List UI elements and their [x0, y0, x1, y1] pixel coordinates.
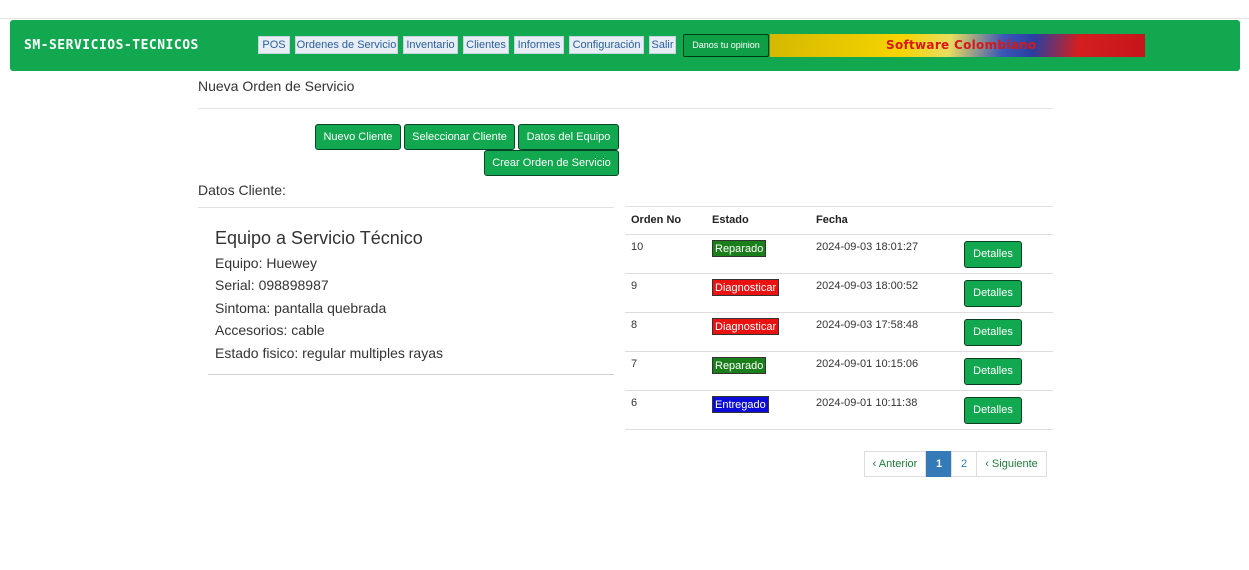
serial-line: Serial: 098898987 — [215, 277, 329, 293]
table-row: 8 Diagnosticar 2024-09-03 17:58:48 Detal… — [625, 313, 1053, 352]
nav-inventario[interactable]: Inventario — [403, 36, 458, 54]
orden-num: 8 — [631, 319, 638, 331]
top-divider — [0, 18, 1249, 19]
navbar: SM-SERVICIOS-TECNICOS POS Ordenes de Ser… — [10, 20, 1240, 71]
prev-page-button[interactable]: ‹ Anterior — [864, 451, 926, 477]
divider — [208, 374, 614, 375]
detalles-button[interactable]: Detalles — [964, 358, 1022, 385]
detalles-button[interactable]: Detalles — [964, 280, 1022, 307]
orden-num: 10 — [631, 241, 644, 253]
status-badge: Reparado — [712, 357, 767, 374]
status-badge: Entregado — [712, 396, 769, 413]
nuevo-cliente-button[interactable]: Nuevo Cliente — [315, 124, 401, 150]
software-colombiano-banner[interactable]: Software Colombiano — [770, 34, 1145, 57]
detalles-button[interactable]: Detalles — [964, 397, 1022, 424]
nav-ordenes-servicio[interactable]: Ordenes de Servicio — [295, 36, 398, 54]
brand-logo[interactable]: SM-SERVICIOS-TECNICOS — [24, 38, 199, 53]
sintoma-line: Sintoma: pantalla quebrada — [215, 300, 387, 316]
orden-fecha: 2024-09-03 18:00:52 — [816, 280, 919, 292]
banner-text: Software Colombiano — [886, 38, 1037, 52]
status-badge: Diagnosticar — [712, 279, 780, 296]
detalles-button[interactable]: Detalles — [964, 319, 1022, 346]
table-row: 6 Entregado 2024-09-01 10:11:38 Detalles — [625, 391, 1053, 430]
header-orden-no: Orden No — [631, 214, 682, 226]
detalles-button[interactable]: Detalles — [964, 241, 1022, 268]
divider — [198, 207, 614, 208]
page-1-button[interactable]: 1 — [926, 451, 952, 477]
nav-configuracion[interactable]: Configuración — [569, 36, 644, 54]
nav-informes[interactable]: Informes — [514, 36, 564, 54]
crear-orden-button[interactable]: Crear Orden de Servicio — [484, 150, 619, 176]
orden-fecha: 2024-09-01 10:15:06 — [816, 358, 919, 370]
page-title: Nueva Orden de Servicio — [198, 78, 355, 94]
table-row: 9 Diagnosticar 2024-09-03 18:00:52 Detal… — [625, 274, 1053, 313]
estado-fisico-line: Estado fisico: regular multiples rayas — [215, 345, 443, 361]
nav-clientes[interactable]: Clientes — [463, 36, 509, 54]
page-2-button[interactable]: 2 — [951, 451, 977, 477]
datos-cliente-label: Datos Cliente: — [198, 182, 286, 198]
header-estado: Estado — [712, 214, 749, 226]
seleccionar-cliente-button[interactable]: Seleccionar Cliente — [404, 124, 515, 150]
nav-pos[interactable]: POS — [258, 36, 290, 54]
orden-num: 7 — [631, 358, 638, 370]
equipo-line: Equipo: Huewey — [215, 255, 317, 271]
equipo-title: Equipo a Servicio Técnico — [215, 228, 423, 248]
status-badge: Reparado — [712, 240, 767, 257]
orden-fecha: 2024-09-03 18:01:27 — [816, 241, 919, 253]
table-header: Orden No Estado Fecha — [625, 206, 1053, 235]
orden-fecha: 2024-09-01 10:11:38 — [816, 397, 918, 409]
header-fecha: Fecha — [816, 214, 848, 226]
accesorios-line: Accesorios: cable — [215, 322, 325, 338]
status-badge: Diagnosticar — [712, 318, 780, 335]
table-row: 7 Reparado 2024-09-01 10:15:06 Detalles — [625, 352, 1053, 391]
next-page-button[interactable]: ‹ Siguiente — [976, 451, 1047, 477]
divider — [198, 108, 1053, 109]
orden-fecha: 2024-09-03 17:58:48 — [816, 319, 919, 331]
nav-salir[interactable]: Salir — [649, 36, 676, 54]
table-row: 10 Reparado 2024-09-03 18:01:27 Detalles — [625, 235, 1053, 274]
datos-equipo-button[interactable]: Datos del Equipo — [518, 124, 619, 150]
orden-num: 6 — [631, 397, 638, 409]
orden-num: 9 — [631, 280, 638, 292]
feedback-button[interactable]: Danos tu opinion — [683, 34, 769, 57]
